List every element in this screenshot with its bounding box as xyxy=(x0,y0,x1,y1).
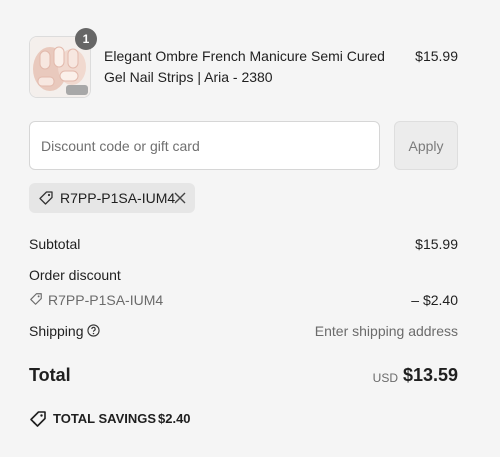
help-icon[interactable] xyxy=(87,324,100,337)
shipping-label: Shipping xyxy=(29,323,84,339)
discount-code-text: R7PP-P1SA-IUM4 xyxy=(48,292,164,308)
product-title: Elegant Ombre French Manicure Semi Cured… xyxy=(104,48,385,85)
applied-discount-chip: R7PP-P1SA-IUM4 xyxy=(29,183,195,213)
order-discount-label: Order discount xyxy=(29,267,121,283)
discount-code-input[interactable] xyxy=(29,121,380,170)
applied-code-text: R7PP-P1SA-IUM4 xyxy=(60,190,176,206)
total-label: Total xyxy=(29,365,71,385)
quantity-badge: 1 xyxy=(75,28,97,50)
subtotal-label: Subtotal xyxy=(29,236,81,252)
remove-code-icon[interactable] xyxy=(173,191,187,205)
savings-tag-icon xyxy=(30,411,46,427)
discount-value: – $2.40 xyxy=(411,292,458,308)
total-savings-label: TOTAL SAVINGS xyxy=(53,411,157,426)
total-savings-value: $2.40 xyxy=(158,411,191,426)
apply-button[interactable]: Apply xyxy=(394,121,458,170)
tag-icon xyxy=(39,191,53,205)
tag-icon xyxy=(30,293,42,305)
total-currency: USD xyxy=(372,371,398,385)
total-value: $13.59 xyxy=(402,365,458,385)
subtotal-value: $15.99 xyxy=(415,236,458,252)
shipping-value: Enter shipping address xyxy=(314,323,458,339)
product-price: $15.99 xyxy=(415,48,458,64)
